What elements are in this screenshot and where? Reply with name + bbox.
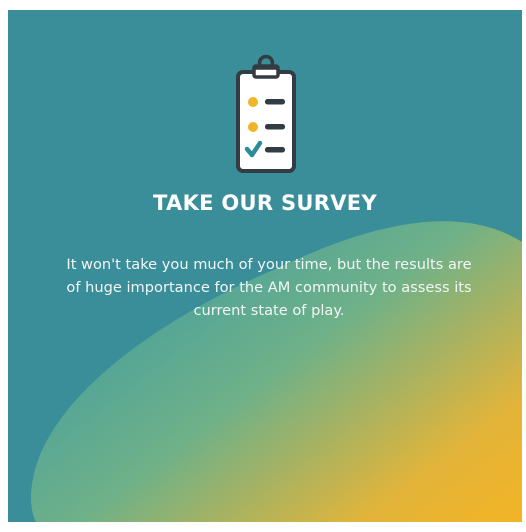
survey-title: TAKE OUR SURVEY	[153, 191, 377, 215]
clipboard-checklist-icon	[232, 52, 300, 180]
survey-card[interactable]: TAKE OUR SURVEY It won't take you much o…	[8, 10, 522, 522]
survey-description: It won't take you much of your time, but…	[66, 256, 472, 319]
